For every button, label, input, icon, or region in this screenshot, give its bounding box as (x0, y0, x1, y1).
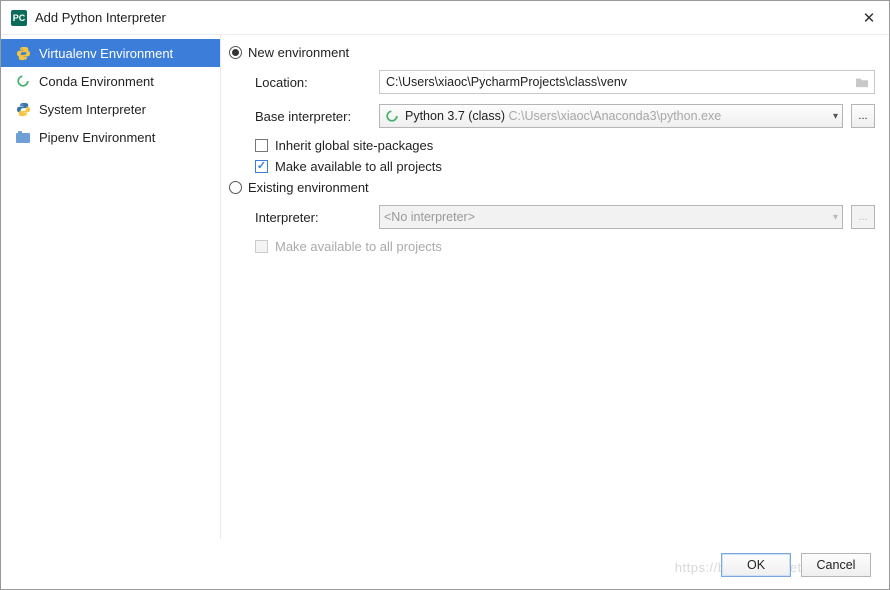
radio-icon (229, 46, 242, 59)
row-base-interpreter: Base interpreter: Python 3.7 (class) C:\… (255, 104, 875, 128)
chevron-down-icon: ▾ (833, 212, 838, 223)
radio-label: New environment (248, 45, 349, 60)
base-interpreter-browse-button[interactable]: ... (851, 104, 875, 128)
content-pane: New environment Location: C:\Users\xiaoc… (221, 35, 889, 539)
base-interpreter-dropdown[interactable]: Python 3.7 (class) C:\Users\xiaoc\Anacon… (379, 104, 843, 128)
button-bar: OK Cancel (721, 553, 871, 577)
checkbox-label: Make available to all projects (275, 159, 442, 174)
checkbox-label: Inherit global site-packages (275, 138, 433, 153)
base-interpreter-value: Python 3.7 (class) C:\Users\xiaoc\Anacon… (405, 109, 828, 123)
sidebar-item-system[interactable]: System Interpreter (1, 95, 220, 123)
existing-interpreter-browse-button: ... (851, 205, 875, 229)
sidebar-item-label: Conda Environment (39, 74, 154, 89)
sidebar-item-conda[interactable]: Conda Environment (1, 67, 220, 95)
dialog-body: Virtualenv Environment Conda Environment… (1, 35, 889, 539)
base-interpreter-label: Base interpreter: (255, 109, 375, 124)
checkbox-available-all-projects[interactable]: Make available to all projects (255, 159, 875, 174)
existing-interpreter-label: Interpreter: (255, 210, 375, 225)
checkbox-existing-available-all: Make available to all projects (255, 239, 875, 254)
radio-new-environment[interactable]: New environment (229, 45, 875, 60)
app-icon: PC (11, 10, 27, 26)
ok-button[interactable]: OK (721, 553, 791, 577)
window-title: Add Python Interpreter (35, 10, 859, 25)
row-location: Location: C:\Users\xiaoc\PycharmProjects… (255, 70, 875, 94)
python-icon (15, 101, 31, 117)
existing-interpreter-value: <No interpreter> (384, 210, 828, 224)
radio-label: Existing environment (248, 180, 369, 195)
python-icon (15, 45, 31, 61)
checkbox-label: Make available to all projects (275, 239, 442, 254)
sidebar-item-label: Virtualenv Environment (39, 46, 173, 61)
sidebar-item-virtualenv[interactable]: Virtualenv Environment (1, 39, 220, 67)
row-existing-interpreter: Interpreter: <No interpreter> ▾ ... (255, 205, 875, 229)
sidebar-item-label: Pipenv Environment (39, 130, 155, 145)
checkbox-icon (255, 160, 268, 173)
existing-interpreter-dropdown: <No interpreter> ▾ (379, 205, 843, 229)
sidebar-item-pipenv[interactable]: Pipenv Environment (1, 123, 220, 151)
location-input[interactable]: C:\Users\xiaoc\PycharmProjects\class\ven… (379, 70, 875, 94)
pipenv-icon (15, 129, 31, 145)
cancel-button[interactable]: Cancel (801, 553, 871, 577)
sidebar: Virtualenv Environment Conda Environment… (1, 35, 221, 539)
title-bar: PC Add Python Interpreter ✕ (1, 1, 889, 35)
location-value: C:\Users\xiaoc\PycharmProjects\class\ven… (380, 75, 850, 89)
location-label: Location: (255, 75, 375, 90)
browse-folder-icon[interactable] (850, 71, 874, 93)
close-button[interactable]: ✕ (859, 9, 879, 27)
sidebar-item-label: System Interpreter (39, 102, 146, 117)
conda-icon (384, 108, 400, 124)
chevron-down-icon: ▾ (833, 111, 838, 122)
radio-existing-environment[interactable]: Existing environment (229, 180, 875, 195)
conda-icon (15, 73, 31, 89)
checkbox-inherit-site-packages[interactable]: Inherit global site-packages (255, 138, 875, 153)
radio-icon (229, 181, 242, 194)
checkbox-icon (255, 139, 268, 152)
checkbox-icon (255, 240, 268, 253)
